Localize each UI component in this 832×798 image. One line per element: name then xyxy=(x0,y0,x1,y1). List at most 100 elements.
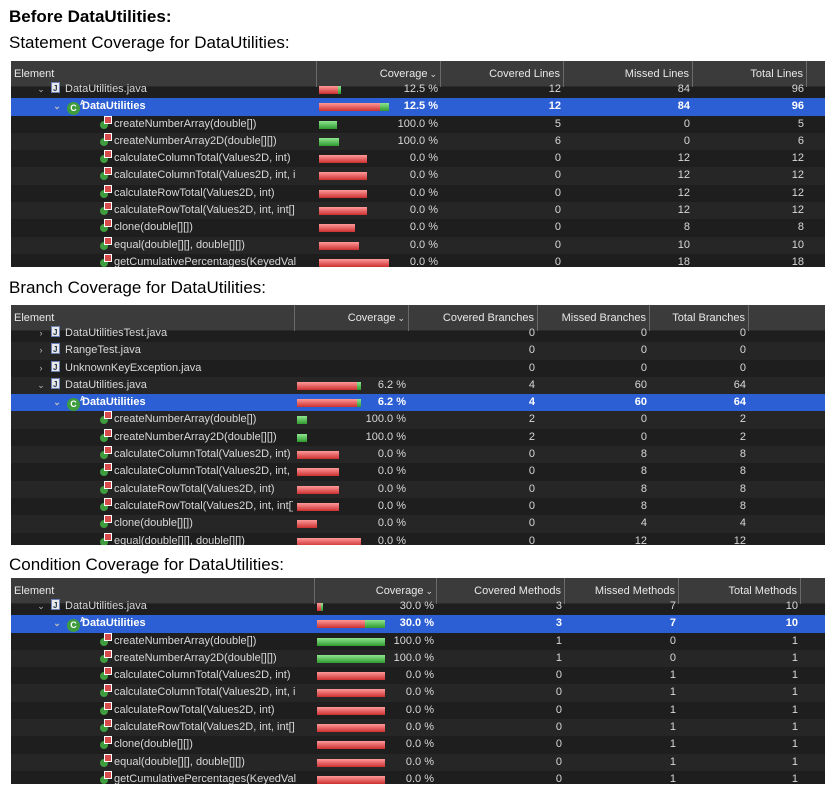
table-row[interactable]: ⌄ DataUtilities.java 6.2 % 4 60 64 xyxy=(11,376,825,395)
coverage-percent: 30.0 % xyxy=(399,600,434,612)
table-row[interactable]: calculateColumnTotal(Values2D, int) 0.0 %… xyxy=(11,667,825,684)
table-row[interactable]: calculateRowTotal(Values2D, int, int[] 0.… xyxy=(11,719,825,737)
table-row[interactable]: clone(double[][]) 0.0 % 0 4 4 xyxy=(11,515,825,533)
chevron-down-icon[interactable]: ⌄ xyxy=(35,377,47,394)
missed-count: 0 xyxy=(683,117,690,130)
sort-descending-icon[interactable]: ⌄ xyxy=(429,69,437,79)
coverage-percent: 0.0 % xyxy=(377,482,406,495)
total-count: 1 xyxy=(791,634,798,647)
table-row[interactable]: calculateColumnTotal(Values2D, int, i 0.0… xyxy=(11,167,825,185)
table-row[interactable]: calculateRowTotal(Values2D, int) 0.0 % 0 8 8 xyxy=(11,480,825,498)
table-row[interactable]: createNumberArray(double[]) 100.0 % 5 0 5 xyxy=(11,115,825,133)
coverage-percent: 0.0 % xyxy=(405,703,434,716)
covered-count: 4 xyxy=(528,396,535,409)
total-count: 1 xyxy=(791,772,798,784)
sort-descending-icon[interactable]: ⌄ xyxy=(397,313,405,323)
table-row[interactable]: ›DataUtilitiesTest.java000 xyxy=(11,324,825,342)
table-row[interactable]: calculateColumnTotal(Values2D, int, i 0.0… xyxy=(11,684,825,702)
element-cell: calculateRowTotal(Values2D, int) xyxy=(99,701,313,719)
table-row[interactable]: ›RangeTest.java000 xyxy=(11,341,825,360)
table-row[interactable]: ⌄ C A DataUtilities 30.0 % 3 7 10 xyxy=(11,615,825,633)
table-row[interactable]: ⌄ C A DataUtilities 6.2 % 4 60 64 xyxy=(11,394,825,412)
method-icon xyxy=(99,411,112,425)
table-row[interactable]: createNumberArray2D(double[][]) 100.0 % 2 0… xyxy=(11,428,825,446)
chevron-down-icon[interactable]: ⌄ xyxy=(51,394,63,411)
table-body: ›DataUtilitiesTest.java 0 0 0 ›RangeTest.jav… xyxy=(11,324,825,545)
table-row[interactable]: ⌄ C A DataUtilities 12.5 % 12 84 96 xyxy=(11,98,825,116)
table-row[interactable]: calculateRowTotal(Values2D, int, int[] 0.… xyxy=(11,497,825,515)
coverage-percent: 0.0 % xyxy=(409,238,438,251)
java-file-icon xyxy=(51,376,60,393)
method-icon xyxy=(99,649,112,663)
missed-count: 60 xyxy=(634,396,647,409)
chevron-right-icon[interactable]: › xyxy=(35,360,47,377)
total-count: 8 xyxy=(739,482,746,495)
chevron-down-icon[interactable]: ⌄ xyxy=(51,615,63,632)
column-header-label: Missed Branches xyxy=(561,312,646,324)
table-row[interactable]: ›UnknownKeyException.java000 xyxy=(11,359,825,377)
table-row[interactable]: clone(double[][]) 0.0 % 0 1 1 xyxy=(11,736,825,753)
covered-count: 0 xyxy=(528,534,535,545)
table-row[interactable]: calculateRowTotal(Values2D, int) 0.0 % 0 1 1 xyxy=(11,701,825,719)
total-count: 1 xyxy=(791,669,798,682)
missed-count: 0 xyxy=(640,430,647,443)
table-row[interactable]: createNumberArray(double[]) 100.0 % 2 0 2 xyxy=(11,411,825,429)
covered-count: 3 xyxy=(555,600,562,612)
table-row[interactable]: equal(double[][], double[][]) 0.0 % 0 1 1 xyxy=(11,753,825,771)
table-row[interactable]: calculateRowTotal(Values2D, int) 0.0 % 0 12… xyxy=(11,184,825,202)
total-count: 12 xyxy=(791,204,804,217)
coverage-percent: 0.0 % xyxy=(377,534,406,545)
table-row[interactable]: createNumberArray2D(double[][]) 100.0 % 1 0… xyxy=(11,649,825,668)
table-row[interactable]: equal(double[][], double[][]) 0.0 % 0 10 10 xyxy=(11,236,825,254)
chevron-right-icon[interactable]: › xyxy=(35,342,47,359)
element-label: calculateRowTotal(Values2D, int, int[] xyxy=(114,721,295,734)
table-row[interactable]: createNumberArray2D(double[][]) 100.0 % 6 0… xyxy=(11,132,825,151)
missed-count: 1 xyxy=(669,755,676,768)
total-count: 96 xyxy=(791,83,804,95)
missed-count: 0 xyxy=(683,134,690,147)
table-row[interactable]: equal(double[][], double[][]) 0.0 % 0 12 12 xyxy=(11,532,825,545)
element-cell: createNumberArray2D(double[][]) xyxy=(99,428,293,446)
total-count: 18 xyxy=(791,255,804,267)
table-row[interactable]: getCumulativePercentages(KeyedVal 0.0 % 0 1… xyxy=(11,770,825,784)
total-count: 64 xyxy=(733,396,746,409)
missed-count: 10 xyxy=(677,238,690,251)
element-cell: ›UnknownKeyException.java xyxy=(40,359,293,377)
table-row[interactable]: calculateColumnTotal(Values2D, int) 0.0 %… xyxy=(11,150,825,167)
table-row[interactable]: getCumulativePercentages(KeyedVal 0.0 % 0 1… xyxy=(11,253,825,267)
table-row[interactable]: createNumberArray(double[]) 100.0 % 1 0 1 xyxy=(11,632,825,650)
element-label: DataUtilities xyxy=(82,100,146,113)
element-label: calculateRowTotal(Values2D, int) xyxy=(114,186,275,199)
table-row[interactable]: calculateRowTotal(Values2D, int, int[] 0.… xyxy=(11,202,825,220)
coverage-percent: 100.0 % xyxy=(393,651,434,664)
coverage-percent: 100.0 % xyxy=(365,430,406,443)
table-row[interactable]: calculateColumnTotal(Values2D, int) 0.0 %… xyxy=(11,446,825,464)
table-row[interactable]: ⌄ DataUtilities.java 12.5 % 12 84 96 xyxy=(11,80,825,98)
branch-heading: Branch Coverage for DataUtilities: xyxy=(9,278,267,297)
table-row[interactable]: clone(double[][]) 0.0 % 0 8 8 xyxy=(11,219,825,236)
branch-coverage-table: Element Coverage ⌄ Covered Branches Missed B… xyxy=(11,305,825,545)
column-header-label: Total Lines xyxy=(750,68,803,80)
element-cell: ›DataUtilitiesTest.java xyxy=(40,324,293,342)
table-row[interactable]: ⌄ DataUtilities.java 30.0 % 3 7 10 xyxy=(11,597,825,615)
table-row[interactable]: calculateColumnTotal(Values2D, int, i 0.0… xyxy=(11,463,825,480)
method-icon xyxy=(99,150,112,164)
total-count: 10 xyxy=(785,617,798,630)
coverage-percent: 0.0 % xyxy=(405,755,434,768)
missed-count: 84 xyxy=(677,83,690,95)
total-count: 10 xyxy=(791,238,804,251)
covered-count: 0 xyxy=(528,327,535,339)
method-icon xyxy=(99,770,112,784)
sort-descending-icon[interactable]: ⌄ xyxy=(425,586,433,596)
chevron-down-icon[interactable]: ⌄ xyxy=(35,81,47,98)
covered-count: 4 xyxy=(528,378,535,391)
missed-count: 60 xyxy=(634,378,647,391)
chevron-right-icon[interactable]: › xyxy=(35,325,47,342)
chevron-down-icon[interactable]: ⌄ xyxy=(35,598,47,615)
element-label: createNumberArray(double[]) xyxy=(114,634,257,647)
element-cell: calculateColumnTotal(Values2D, int, i xyxy=(99,167,315,184)
chevron-down-icon[interactable]: ⌄ xyxy=(51,98,63,115)
coverage-percent: 0.0 % xyxy=(409,152,438,165)
element-cell: createNumberArray2D(double[][]) xyxy=(99,649,313,667)
missed-count: 4 xyxy=(640,517,647,530)
